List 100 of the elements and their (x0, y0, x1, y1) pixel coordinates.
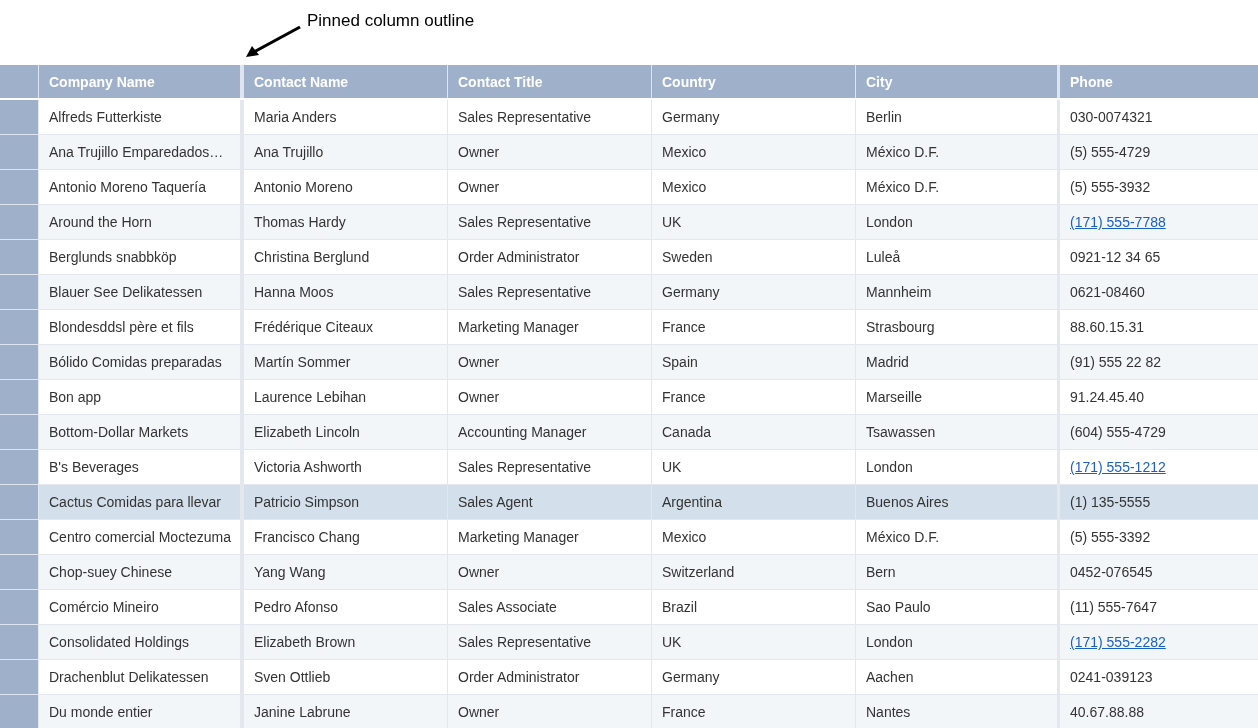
table-cell: Martín Sommer (243, 345, 447, 380)
table-cell: Germany (651, 660, 855, 695)
column-header[interactable]: Country (651, 65, 855, 98)
table-cell: Janine Labrune (243, 695, 447, 728)
row-header[interactable] (0, 100, 38, 135)
table-cell: 0921-12 34 65 (1057, 240, 1258, 275)
table-cell: (5) 555-4729 (1057, 135, 1258, 170)
table-cell: México D.F. (855, 135, 1057, 170)
row-header[interactable] (0, 485, 38, 520)
table-cell: Chop-suey Chinese (38, 555, 243, 590)
table-cell: 40.67.88.88 (1057, 695, 1258, 728)
table-cell: Francisco Chang (243, 520, 447, 555)
table-cell: Marseille (855, 380, 1057, 415)
header-corner (0, 65, 38, 98)
table-cell: Pedro Afonso (243, 590, 447, 625)
table-cell: Hanna Moos (243, 275, 447, 310)
table-cell: Switzerland (651, 555, 855, 590)
annotation-text: Pinned column outline (307, 11, 475, 31)
table-cell: Elizabeth Brown (243, 625, 447, 660)
table-cell: Germany (651, 100, 855, 135)
table-cell: France (651, 695, 855, 728)
column-header[interactable]: Phone (1057, 65, 1258, 98)
table-cell: London (855, 625, 1057, 660)
table-cell: Luleå (855, 240, 1057, 275)
table-cell: Mexico (651, 170, 855, 205)
table-cell: 91.24.45.40 (1057, 380, 1258, 415)
column-header[interactable]: Contact Title (447, 65, 651, 98)
table-cell: Du monde entier (38, 695, 243, 728)
table-cell: Mexico (651, 135, 855, 170)
table-cell: Bottom-Dollar Markets (38, 415, 243, 450)
row-header[interactable] (0, 135, 38, 170)
phone-link[interactable]: (171) 555-1212 (1070, 459, 1166, 475)
table-cell: Mannheim (855, 275, 1057, 310)
table-cell: México D.F. (855, 520, 1057, 555)
table-cell: Patricio Simpson (243, 485, 447, 520)
table-cell: 0452-076545 (1057, 555, 1258, 590)
row-header[interactable] (0, 275, 38, 310)
table-cell: Bon app (38, 380, 243, 415)
table-cell: Aachen (855, 660, 1057, 695)
table-cell: Bern (855, 555, 1057, 590)
table-cell: Accounting Manager (447, 415, 651, 450)
table-cell: Berlin (855, 100, 1057, 135)
row-header[interactable] (0, 415, 38, 450)
table-cell: Maria Anders (243, 100, 447, 135)
table-cell: Alfreds Futterkiste (38, 100, 243, 135)
row-header[interactable] (0, 345, 38, 380)
table-cell: B's Beverages (38, 450, 243, 485)
column-header[interactable]: Company Name (38, 65, 243, 98)
row-header[interactable] (0, 240, 38, 275)
table-cell: Berglunds snabbköp (38, 240, 243, 275)
table-cell: Cactus Comidas para llevar (38, 485, 243, 520)
table-cell: Frédérique Citeaux (243, 310, 447, 345)
table-cell: 0241-039123 (1057, 660, 1258, 695)
row-header[interactable] (0, 555, 38, 590)
table-cell: Sales Representative (447, 450, 651, 485)
row-header[interactable] (0, 450, 38, 485)
table-cell: Laurence Lebihan (243, 380, 447, 415)
table-cell: Yang Wang (243, 555, 447, 590)
table-cell: London (855, 450, 1057, 485)
row-header[interactable] (0, 310, 38, 345)
table-cell: Comércio Mineiro (38, 590, 243, 625)
column-header[interactable]: City (855, 65, 1057, 98)
table-cell: UK (651, 625, 855, 660)
table-cell: Owner (447, 135, 651, 170)
table-cell: Consolidated Holdings (38, 625, 243, 660)
table-cell: UK (651, 450, 855, 485)
table-cell: Marketing Manager (447, 310, 651, 345)
table-cell: Spain (651, 345, 855, 380)
row-header[interactable] (0, 170, 38, 205)
table-cell: Elizabeth Lincoln (243, 415, 447, 450)
row-header[interactable] (0, 205, 38, 240)
table-cell: Sales Representative (447, 625, 651, 660)
row-header[interactable] (0, 625, 38, 660)
table-cell: Sales Representative (447, 275, 651, 310)
table-cell: UK (651, 205, 855, 240)
row-header[interactable] (0, 520, 38, 555)
table-cell: Tsawassen (855, 415, 1057, 450)
row-header[interactable] (0, 380, 38, 415)
column-header[interactable]: Contact Name (243, 65, 447, 98)
table-cell: Madrid (855, 345, 1057, 380)
table-cell: Sales Representative (447, 205, 651, 240)
table-cell: Drachenblut Delikatessen (38, 660, 243, 695)
table-cell: Owner (447, 695, 651, 728)
row-header[interactable] (0, 590, 38, 625)
table-cell: Sales Representative (447, 100, 651, 135)
table-cell: France (651, 380, 855, 415)
table-cell: Victoria Ashworth (243, 450, 447, 485)
table-cell: (11) 555-7647 (1057, 590, 1258, 625)
table-cell: Sao Paulo (855, 590, 1057, 625)
table-cell: Owner (447, 555, 651, 590)
row-header[interactable] (0, 660, 38, 695)
table-cell: Centro comercial Moctezuma (38, 520, 243, 555)
table-cell: Around the Horn (38, 205, 243, 240)
table-cell: Germany (651, 275, 855, 310)
table-cell: (91) 555 22 82 (1057, 345, 1258, 380)
table-cell: Sweden (651, 240, 855, 275)
table-cell: Canada (651, 415, 855, 450)
table-cell: (1) 135-5555 (1057, 485, 1258, 520)
table-cell: Antonio Moreno (243, 170, 447, 205)
row-header[interactable] (0, 695, 38, 728)
